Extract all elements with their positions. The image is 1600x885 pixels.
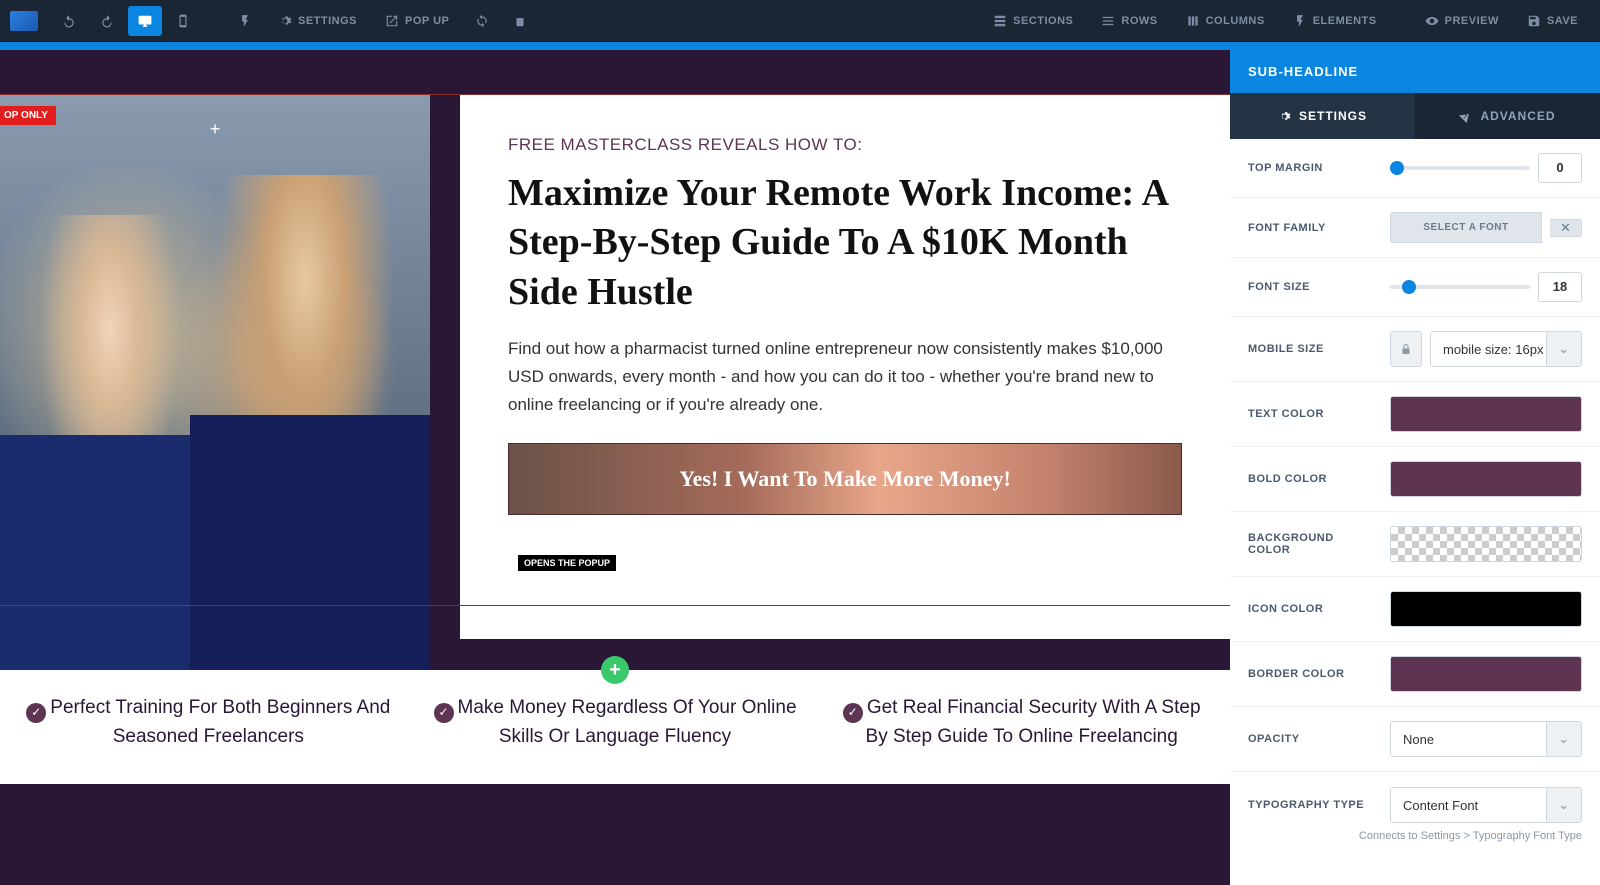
text-color-swatch[interactable]: [1390, 396, 1582, 432]
bold-color-swatch[interactable]: [1390, 461, 1582, 497]
elements-button[interactable]: ELEMENTS: [1281, 6, 1389, 36]
icon-color-swatch[interactable]: [1390, 591, 1582, 627]
benefit-item[interactable]: ✓Make Money Regardless Of Your Online Sk…: [427, 694, 804, 750]
opens-popup-tag: OPENS THE POPUP: [518, 555, 616, 571]
top-toolbar: SETTINGS POP UP SECTIONS ROWS COLUMNS EL…: [0, 0, 1600, 42]
sidebar-title: SUB-HEADLINE: [1230, 50, 1600, 93]
editor-canvas[interactable]: OP ONLY + FREE MASTERCLASS REVEALS HOW T…: [0, 50, 1230, 885]
restore-button[interactable]: [503, 6, 537, 36]
tab-advanced[interactable]: ADVANCED: [1415, 93, 1600, 139]
typography-hint: Connects to Settings > Typography Font T…: [1230, 828, 1600, 854]
chevron-down-icon: ⌄: [1558, 731, 1569, 747]
desktop-view-button[interactable]: [128, 6, 162, 36]
opacity-label: OPACITY: [1248, 733, 1378, 745]
bg-color-swatch[interactable]: [1390, 526, 1582, 562]
add-element-icon[interactable]: +: [206, 120, 224, 138]
tab-settings-label: SETTINGS: [1299, 109, 1367, 123]
preview-button[interactable]: PREVIEW: [1413, 6, 1511, 36]
columns-button[interactable]: COLUMNS: [1174, 6, 1277, 36]
hero-image[interactable]: [0, 95, 430, 695]
top-margin-slider[interactable]: [1390, 166, 1530, 170]
opacity-dropdown[interactable]: None ⌄: [1390, 721, 1582, 757]
top-margin-label: TOP MARGIN: [1248, 162, 1378, 174]
font-size-label: FONT SIZE: [1248, 281, 1378, 293]
rows-button[interactable]: ROWS: [1089, 6, 1169, 36]
bg-color-label: BACKGROUND COLOR: [1248, 532, 1378, 556]
font-size-value[interactable]: 18: [1538, 272, 1582, 302]
text-color-label: TEXT COLOR: [1248, 408, 1378, 420]
cta-button[interactable]: Yes! I Want To Make More Money!: [508, 443, 1182, 515]
typography-row: TYPOGRAPHY TYPE Content Font ⌄: [1230, 772, 1600, 828]
settings-label: SETTINGS: [298, 15, 357, 27]
font-family-row: FONT FAMILY SELECT A FONT ✕: [1230, 198, 1600, 258]
border-color-swatch[interactable]: [1390, 656, 1582, 692]
benefit-item[interactable]: ✓Get Real Financial Security With A Step…: [833, 694, 1210, 750]
border-color-row: BORDER COLOR: [1230, 642, 1600, 707]
bolt-button[interactable]: [228, 6, 262, 36]
columns-label: COLUMNS: [1206, 15, 1265, 27]
opacity-row: OPACITY None ⌄: [1230, 707, 1600, 772]
add-row-button[interactable]: +: [601, 656, 629, 684]
typography-label: TYPOGRAPHY TYPE: [1248, 799, 1378, 811]
benefits-row[interactable]: ✓Perfect Training For Both Beginners And…: [0, 670, 1230, 784]
tab-settings[interactable]: SETTINGS: [1230, 93, 1415, 139]
benefit-item[interactable]: ✓Perfect Training For Both Beginners And…: [20, 694, 397, 750]
text-color-row: TEXT COLOR: [1230, 382, 1600, 447]
top-margin-value[interactable]: 0: [1538, 153, 1582, 183]
popup-button[interactable]: POP UP: [373, 6, 461, 36]
check-icon: ✓: [26, 703, 46, 723]
bold-color-row: BOLD COLOR: [1230, 447, 1600, 512]
mobile-size-row: MOBILE SIZE mobile size: 16px ⌄: [1230, 317, 1600, 382]
font-size-row: FONT SIZE 18: [1230, 258, 1600, 317]
opacity-value: None: [1403, 732, 1434, 747]
chevron-down-icon: ⌄: [1558, 797, 1569, 813]
top-margin-row: TOP MARGIN 0: [1230, 139, 1600, 198]
benefit-text: Perfect Training For Both Beginners And …: [50, 697, 390, 747]
font-family-label: FONT FAMILY: [1248, 222, 1378, 234]
benefit-text: Make Money Regardless Of Your Online Ski…: [458, 697, 797, 747]
mobile-size-value: mobile size: 16px: [1443, 342, 1543, 357]
mobile-lock-button[interactable]: [1390, 331, 1422, 367]
sections-label: SECTIONS: [1013, 15, 1073, 27]
check-icon: ✓: [434, 703, 454, 723]
icon-color-label: ICON COLOR: [1248, 603, 1378, 615]
headline-text[interactable]: Maximize Your Remote Work Income: A Step…: [508, 169, 1182, 317]
typography-value: Content Font: [1403, 798, 1478, 813]
border-color-label: BORDER COLOR: [1248, 668, 1378, 680]
elements-label: ELEMENTS: [1313, 15, 1377, 27]
properties-sidebar: SUB-HEADLINE SETTINGS ADVANCED TOP MARGI…: [1230, 50, 1600, 885]
save-button[interactable]: SAVE: [1515, 6, 1590, 36]
check-icon: ✓: [843, 703, 863, 723]
clear-font-button[interactable]: ✕: [1550, 219, 1582, 237]
hero-card[interactable]: FREE MASTERCLASS REVEALS HOW TO: Maximiz…: [460, 95, 1230, 639]
app-logo[interactable]: [10, 11, 38, 31]
bg-color-row: BACKGROUND COLOR: [1230, 512, 1600, 577]
rows-label: ROWS: [1121, 15, 1157, 27]
bold-color-label: BOLD COLOR: [1248, 473, 1378, 485]
eyebrow-text[interactable]: FREE MASTERCLASS REVEALS HOW TO:: [508, 135, 1182, 155]
chevron-down-icon: ⌄: [1558, 341, 1569, 357]
body-text[interactable]: Find out how a pharmacist turned online …: [508, 335, 1182, 419]
sidebar-tabs: SETTINGS ADVANCED: [1230, 93, 1600, 139]
redo-button[interactable]: [90, 6, 124, 36]
benefit-text: Get Real Financial Security With A Step …: [866, 697, 1201, 747]
font-size-slider[interactable]: [1390, 285, 1530, 289]
mobile-size-dropdown[interactable]: mobile size: 16px ⌄: [1430, 331, 1582, 367]
refresh-button[interactable]: [465, 6, 499, 36]
popup-label: POP UP: [405, 15, 449, 27]
settings-button[interactable]: SETTINGS: [266, 6, 369, 36]
sections-button[interactable]: SECTIONS: [981, 6, 1085, 36]
typography-dropdown[interactable]: Content Font ⌄: [1390, 787, 1582, 823]
icon-color-row: ICON COLOR: [1230, 577, 1600, 642]
mobile-size-label: MOBILE SIZE: [1248, 343, 1378, 355]
tab-advanced-label: ADVANCED: [1480, 109, 1555, 123]
desktop-only-badge: OP ONLY: [0, 106, 56, 125]
select-font-button[interactable]: SELECT A FONT: [1390, 212, 1542, 243]
separator-strip: [0, 42, 1600, 50]
hero-section[interactable]: FREE MASTERCLASS REVEALS HOW TO: Maximiz…: [0, 95, 1230, 695]
mobile-view-button[interactable]: [166, 6, 200, 36]
save-label: SAVE: [1547, 15, 1578, 27]
preview-label: PREVIEW: [1445, 15, 1499, 27]
undo-button[interactable]: [52, 6, 86, 36]
